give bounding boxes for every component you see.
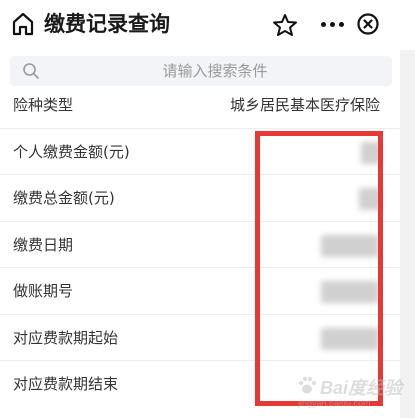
highlight-box (255, 131, 383, 406)
record-row-insurance-type: 险种类型 城乡居民基本医疗保险 (0, 82, 400, 129)
page-title: 缴费记录查询 (44, 12, 170, 36)
row-label: 缴费日期 (13, 235, 74, 254)
row-label: 个人缴费金额(元) (13, 142, 130, 161)
row-label: 险种类型 (13, 96, 74, 114)
watermark-text: Bai度经验 (320, 378, 403, 398)
home-icon[interactable] (12, 12, 34, 36)
watermark-url: jingyan.baidu.com (298, 398, 371, 408)
row-label: 做账期号 (13, 282, 74, 300)
row-label: 对应费款期结束 (13, 375, 119, 393)
watermark: Bai度经验 jingyan.baidu.com (290, 372, 408, 412)
mini-program-capsule (308, 7, 406, 41)
row-label: 对应费款期起始 (13, 328, 119, 347)
paw-logo-icon (298, 376, 317, 394)
search-icon[interactable] (22, 62, 40, 80)
scroll-gutter (400, 50, 415, 418)
close-circle-icon[interactable] (356, 12, 380, 36)
navigation-bar: 缴费记录查询 (0, 0, 415, 50)
more-dots-icon[interactable] (308, 7, 356, 41)
star-icon[interactable] (272, 13, 298, 37)
row-label: 缴费总金额(元) (13, 189, 115, 207)
row-value: 城乡居民基本医疗保险 (229, 96, 380, 114)
